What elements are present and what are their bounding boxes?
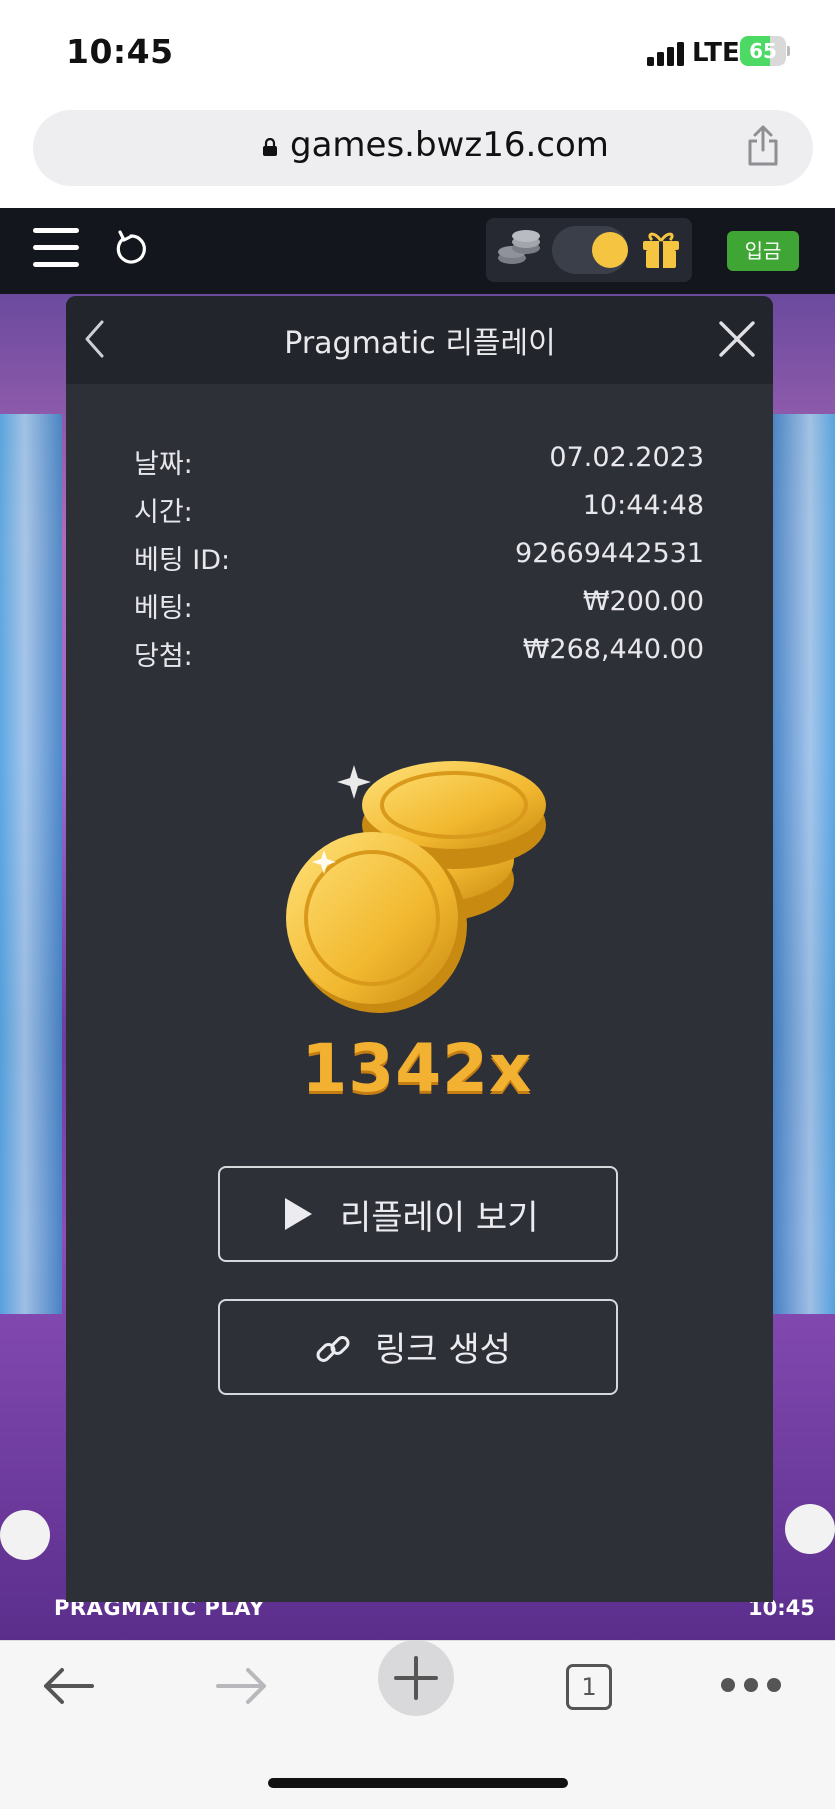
deposit-button[interactable]: 입금 bbox=[727, 231, 799, 271]
bet-id-value: 92669442531 bbox=[515, 538, 704, 569]
coin-stack-icon[interactable] bbox=[496, 228, 544, 270]
time-label: 시간: bbox=[134, 497, 193, 528]
win-value: ₩268,440.00 bbox=[522, 634, 704, 665]
bet-id-label: 베팅 ID: bbox=[134, 545, 231, 576]
reload-icon[interactable] bbox=[113, 229, 149, 267]
status-time: 10:45 bbox=[66, 32, 174, 71]
link-icon bbox=[316, 1336, 350, 1362]
bet-label: 베팅: bbox=[134, 593, 193, 624]
date-label: 날짜: bbox=[134, 449, 193, 480]
hamburger-menu-icon[interactable] bbox=[33, 228, 79, 268]
bet-value: ₩200.00 bbox=[582, 586, 704, 617]
win-label: 당첨: bbox=[134, 641, 193, 672]
lock-icon bbox=[263, 138, 277, 156]
gift-icon[interactable] bbox=[640, 228, 682, 270]
battery-icon: 65 bbox=[740, 36, 790, 66]
gold-coins-illustration bbox=[286, 761, 546, 1013]
signal-icon bbox=[647, 40, 687, 66]
battery-percent: 65 bbox=[749, 39, 777, 63]
close-icon[interactable] bbox=[718, 320, 756, 358]
url-text[interactable]: games.bwz16.com bbox=[290, 125, 609, 165]
network-type: LTE bbox=[692, 38, 740, 68]
share-icon[interactable] bbox=[746, 124, 780, 166]
back-arrow-icon[interactable] bbox=[40, 1664, 96, 1708]
tabs-counter-button[interactable]: 1 bbox=[566, 1664, 612, 1710]
create-link-label: 링크 생성 bbox=[375, 1330, 511, 1370]
toggle-knob bbox=[592, 232, 628, 268]
chevron-left-icon[interactable] bbox=[82, 318, 106, 360]
date-value: 07.02.2023 bbox=[549, 442, 704, 473]
play-icon bbox=[285, 1198, 312, 1230]
home-indicator bbox=[268, 1778, 568, 1788]
multiplier-value: 1342x bbox=[301, 1030, 533, 1107]
more-options-icon[interactable] bbox=[721, 1678, 781, 1694]
watch-replay-label: 리플레이 보기 bbox=[340, 1198, 539, 1238]
plus-icon bbox=[394, 1656, 438, 1700]
modal-title: Pragmatic 리플레이 bbox=[284, 326, 556, 361]
forward-arrow-icon[interactable] bbox=[214, 1664, 270, 1708]
time-value: 10:44:48 bbox=[582, 490, 704, 521]
